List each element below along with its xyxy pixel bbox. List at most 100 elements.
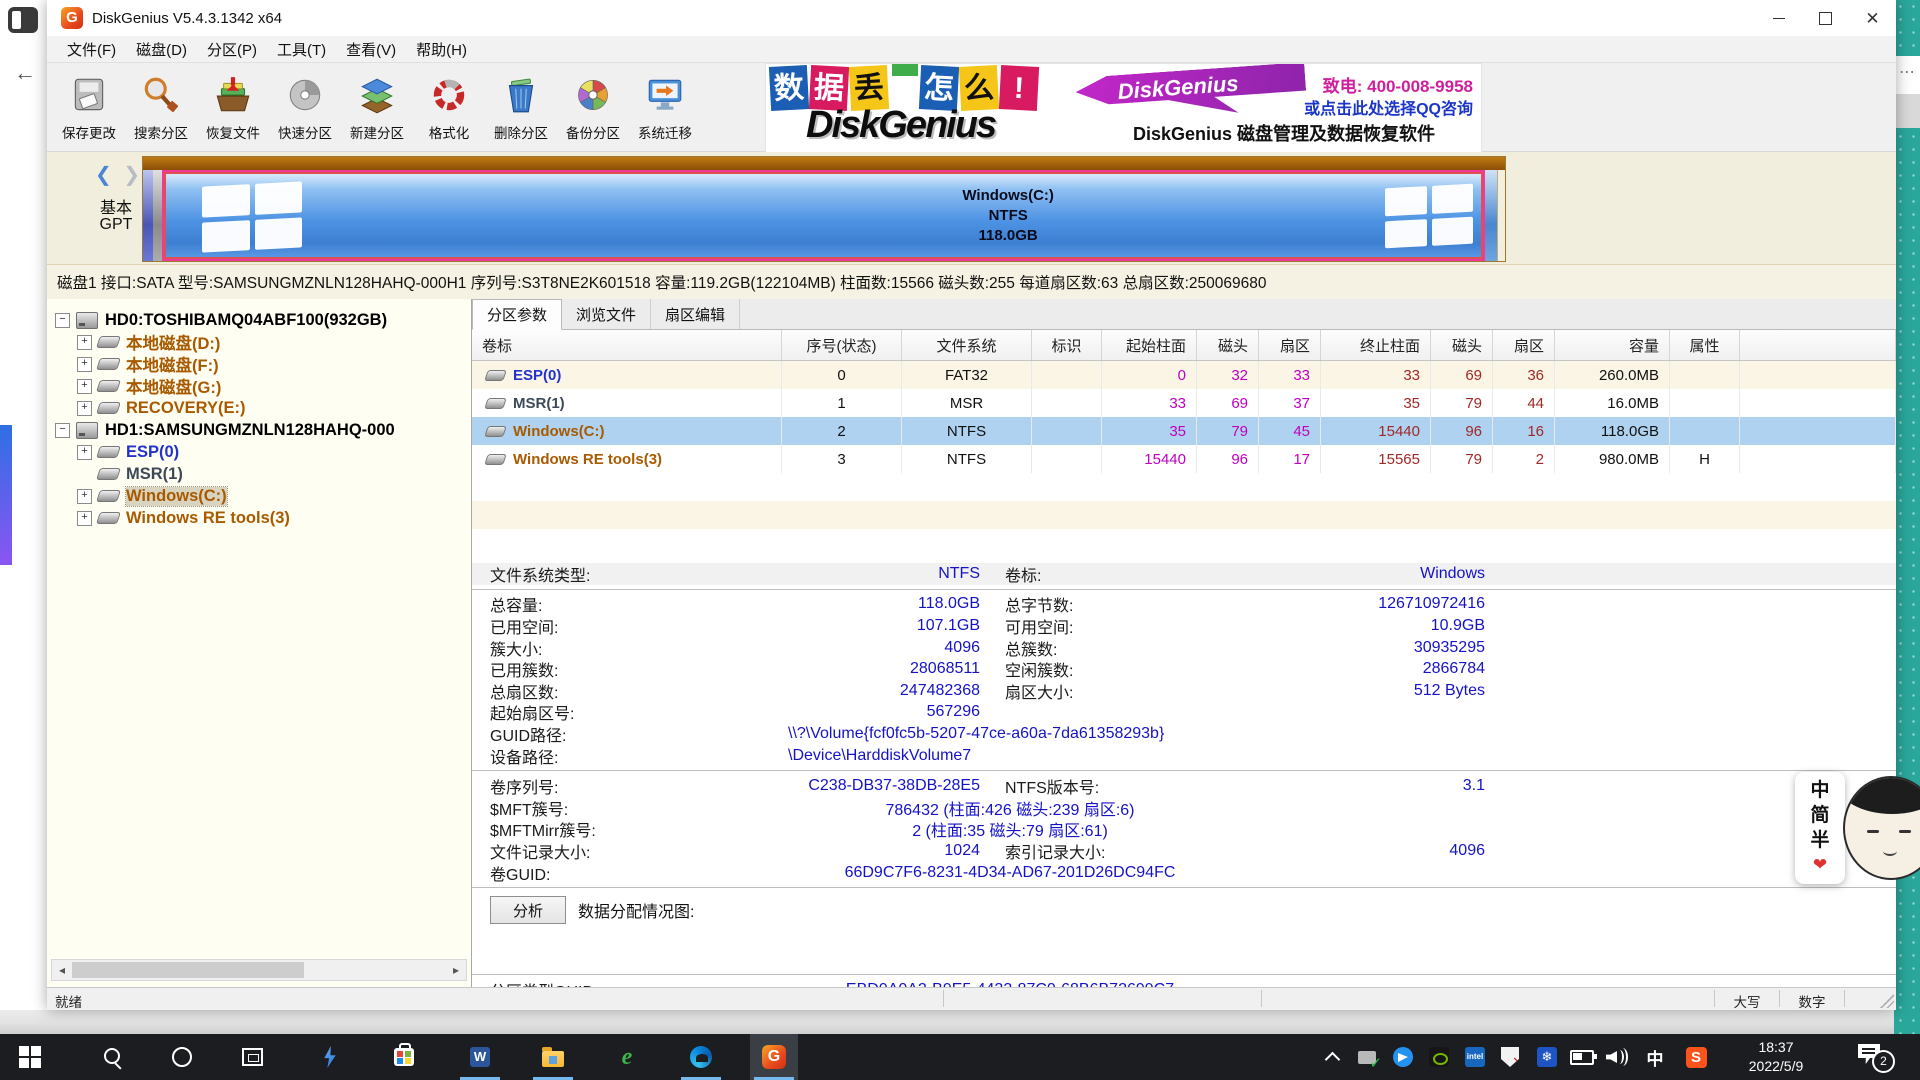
recovery-partition-block[interactable] <box>1485 170 1497 261</box>
toolbar-button-4[interactable]: 快速分区 <box>269 63 341 151</box>
expand-icon[interactable]: + <box>77 445 92 460</box>
store-app-button[interactable] <box>380 1034 428 1080</box>
expand-icon[interactable]: + <box>77 489 92 504</box>
volume-tray-icon[interactable] <box>1600 1034 1634 1080</box>
task-view-button[interactable] <box>228 1034 276 1080</box>
tree-item-partition[interactable]: MSR(1) <box>47 463 471 485</box>
prev-disk-arrow-icon[interactable]: ❮ <box>95 164 112 186</box>
sogou-ime-panel[interactable]: 中简半❤ <box>1795 772 1845 884</box>
ad-banner[interactable]: 数据丢怎么! DiskGenius DiskGenius 致电: 400-008… <box>765 63 1482 153</box>
antivirus-tray-icon[interactable]: ❄ <box>1530 1034 1564 1080</box>
scrollbar-thumb[interactable] <box>72 962 304 978</box>
next-disk-arrow-icon[interactable]: ❯ <box>123 164 140 186</box>
table-row[interactable]: Windows RE tools(3)3NTFS1544096171556579… <box>472 445 1896 473</box>
ime-language-icon[interactable]: 中 <box>1638 1034 1672 1080</box>
search-button[interactable] <box>89 1034 137 1080</box>
word-app-button[interactable]: W <box>456 1034 504 1080</box>
background-window-more-icon[interactable]: ⋯ <box>1894 56 1920 94</box>
column-header-es[interactable]: 扇区 <box>1493 330 1555 360</box>
column-header-flag[interactable]: 标识 <box>1032 330 1102 360</box>
tab-sector-edit[interactable]: 扇区编辑 <box>651 299 740 329</box>
tree-item-disk[interactable]: −HD0:TOSHIBAMQ04ABF100(932GB) <box>47 309 471 331</box>
tree-item-partition[interactable]: +本地磁盘(D:) <box>47 331 471 353</box>
menu-item-0[interactable]: 文件(F) <box>57 39 126 60</box>
ime-mode-toggle[interactable]: 半 <box>1810 828 1829 853</box>
menu-item-2[interactable]: 分区(P) <box>197 39 267 60</box>
ad-qq-link[interactable]: 或点击此处选择QQ咨询 <box>1304 95 1473 119</box>
title-bar[interactable]: G DiskGenius V5.4.3.1342 x64 ✕ <box>47 0 1896 36</box>
scroll-right-arrow-icon[interactable]: ▸ <box>446 961 466 979</box>
start-button[interactable] <box>6 1034 54 1080</box>
tab-partition-params[interactable]: 分区参数 <box>472 299 562 330</box>
toolbar-button-8[interactable]: 备份分区 <box>557 63 629 151</box>
tree-item-disk[interactable]: −HD1:SAMSUNGMZNLN128HAHQ-000 <box>47 419 471 441</box>
table-row[interactable]: ESP(0)0FAT3203233336936260.0MB <box>472 361 1896 389</box>
diskgenius-app-button[interactable]: G <box>750 1034 798 1080</box>
column-header-eh[interactable]: 磁头 <box>1431 330 1493 360</box>
tree-item-partition[interactable]: +Windows(C:) <box>47 485 471 507</box>
action-center-button[interactable]: 2 <box>1852 1042 1898 1072</box>
tray-expand-icon[interactable] <box>1315 1034 1349 1080</box>
analyze-button[interactable]: 分析 <box>490 896 566 924</box>
column-header-volume[interactable]: 卷标 <box>472 330 782 360</box>
table-row[interactable]: MSR(1)1MSR33693735794416.0MB <box>472 389 1896 417</box>
background-app-icon[interactable] <box>8 7 38 33</box>
collapse-icon[interactable]: − <box>55 313 70 328</box>
heart-icon[interactable]: ❤ <box>1813 855 1827 875</box>
column-header-fs[interactable]: 文件系统 <box>902 330 1032 360</box>
explorer-app-button[interactable] <box>529 1034 577 1080</box>
table-row[interactable]: Windows(C:)2NTFS357945154409616118.0GB <box>472 417 1896 445</box>
tree-horizontal-scrollbar[interactable]: ◂ ▸ <box>51 959 467 981</box>
toolbar-button-2[interactable]: 搜索分区 <box>125 63 197 151</box>
resize-grip[interactable] <box>1880 994 1894 1008</box>
ie-browser-button[interactable]: e <box>603 1034 651 1080</box>
security-alert-tray-icon[interactable]: ✕ <box>1493 1034 1527 1080</box>
menu-item-1[interactable]: 磁盘(D) <box>126 39 197 60</box>
tree-item-partition[interactable]: +Windows RE tools(3) <box>47 507 471 529</box>
messenger-tray-icon[interactable] <box>1386 1034 1420 1080</box>
column-header-ec[interactable]: 终止柱面 <box>1321 330 1431 360</box>
column-header-cap[interactable]: 容量 <box>1555 330 1670 360</box>
nvidia-tray-icon[interactable] <box>1422 1034 1456 1080</box>
flash-app-button[interactable] <box>306 1034 354 1080</box>
cortana-button[interactable] <box>158 1034 206 1080</box>
toolbar-button-9[interactable]: 系统迁移 <box>629 63 701 151</box>
minimize-button[interactable] <box>1755 0 1802 36</box>
tab-browse-files[interactable]: 浏览文件 <box>562 299 651 329</box>
tree-item-partition[interactable]: +RECOVERY(E:) <box>47 397 471 419</box>
power-tray-icon[interactable] <box>1565 1034 1599 1080</box>
ime-mode-toggle[interactable]: 简 <box>1810 803 1829 828</box>
edge-browser-button[interactable] <box>677 1034 725 1080</box>
toolbar-button-6[interactable]: 格式化 <box>413 63 485 151</box>
column-header-sh[interactable]: 磁头 <box>1197 330 1259 360</box>
maximize-button[interactable] <box>1802 0 1849 36</box>
printer-status-icon[interactable]: ✓ <box>1350 1034 1384 1080</box>
column-header-no[interactable]: 序号(状态) <box>782 330 902 360</box>
tree-item-partition[interactable]: +本地磁盘(G:) <box>47 375 471 397</box>
expand-icon[interactable]: + <box>77 511 92 526</box>
sogou-tray-icon[interactable]: S <box>1679 1034 1713 1080</box>
toolbar-button-3[interactable]: 恢复文件 <box>197 63 269 151</box>
expand-icon[interactable]: + <box>77 335 92 350</box>
menu-item-4[interactable]: 查看(V) <box>336 39 406 60</box>
menu-item-3[interactable]: 工具(T) <box>267 39 336 60</box>
collapse-icon[interactable]: − <box>55 423 70 438</box>
expand-icon[interactable]: + <box>77 401 92 416</box>
expand-icon[interactable]: + <box>77 357 92 372</box>
tree-item-partition[interactable]: +ESP(0) <box>47 441 471 463</box>
taskbar-clock[interactable]: 18:37 2022/5/9 <box>1726 1038 1826 1076</box>
expand-icon[interactable]: + <box>77 379 92 394</box>
toolbar-button-7[interactable]: 删除分区 <box>485 63 557 151</box>
column-header-ss[interactable]: 扇区 <box>1259 330 1321 360</box>
esp-partition-block[interactable] <box>143 170 153 261</box>
tree-item-partition[interactable]: +本地磁盘(F:) <box>47 353 471 375</box>
menu-item-5[interactable]: 帮助(H) <box>406 39 477 60</box>
back-arrow-icon[interactable]: ← <box>14 60 36 86</box>
toolbar-button-5[interactable]: 新建分区 <box>341 63 413 151</box>
intel-graphics-tray-icon[interactable]: intel <box>1458 1034 1492 1080</box>
close-button[interactable]: ✕ <box>1849 0 1896 36</box>
ime-mode-toggle[interactable]: 中 <box>1810 778 1829 803</box>
scroll-left-arrow-icon[interactable]: ◂ <box>52 961 72 979</box>
column-header-sc[interactable]: 起始柱面 <box>1102 330 1197 360</box>
toolbar-button-1[interactable]: 保存更改 <box>53 63 125 151</box>
